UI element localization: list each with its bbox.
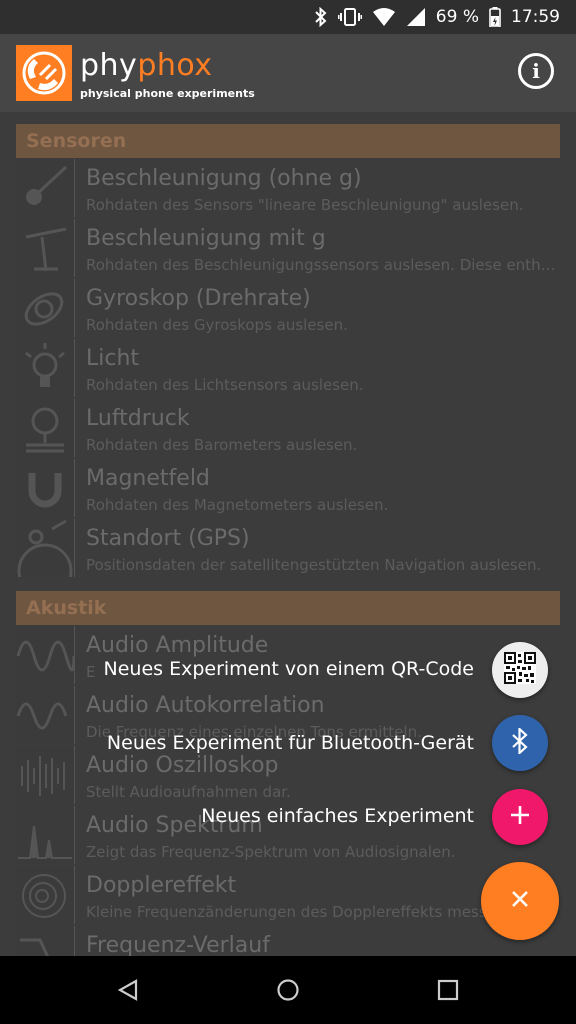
qr-experiment-button[interactable] [492,642,548,698]
phyphox-logo-icon [16,45,72,101]
recents-square-icon [436,979,460,1006]
item-title: Luftdruck [86,406,190,431]
gps-globe-icon [16,519,75,577]
item-title: Beschleunigung mit g [86,226,326,251]
item-desc: Rohdaten des Gyroskops auslesen. [86,316,348,334]
app-subtitle: physical phone experiments [80,87,255,100]
info-icon: i [532,59,540,83]
light-bulb-icon [16,339,75,397]
main-fab-button[interactable] [481,862,559,940]
signal-icon [406,7,426,27]
category-header-akustik: Akustik [16,591,560,625]
item-desc: Rohdaten des Lichtsensors auslesen. [86,376,364,394]
list-item[interactable]: Licht Rohdaten des Lichtsensors auslesen… [16,339,560,399]
bluetooth-experiment-label[interactable]: Neues Experiment für Bluetooth-Gerät [107,732,474,754]
recents-button[interactable] [436,978,460,1006]
item-title: Audio Oszilloskop [86,753,279,778]
item-desc: Stellt Audioaufnahmen dar. [86,783,291,801]
status-bar: 69 % 17:59 [0,0,576,34]
item-title: Standort (GPS) [86,526,250,551]
wifi-icon [372,7,396,27]
item-desc: Rohdaten des Sensors "lineare Beschleuni… [86,196,524,214]
frequency-history-icon [16,926,75,956]
list-item[interactable]: Gyroskop (Drehrate) Rohdaten des Gyrosko… [16,279,560,339]
home-circle-icon [276,979,300,1006]
list-item[interactable]: Standort (GPS) Positionsdaten der satell… [16,519,560,579]
category-header-sensoren: Sensoren [16,124,560,158]
plus-icon [509,804,531,830]
back-button[interactable] [116,978,140,1006]
item-title: Magnetfeld [86,466,210,491]
vibrate-icon [337,7,362,27]
doppler-icon [16,866,75,924]
qr-experiment-label[interactable]: Neues Experiment von einem QR-Code [104,658,474,680]
item-desc: Rohdaten des Barometers auslesen. [86,436,358,454]
magnet-icon [16,459,75,517]
list-item[interactable]: Luftdruck Rohdaten des Barometers ausles… [16,399,560,459]
simple-experiment-button[interactable] [492,789,548,845]
list-item[interactable]: Magnetfeld Rohdaten des Magnetometers au… [16,459,560,519]
item-desc: Rohdaten des Magnetometers auslesen. [86,496,389,514]
acceleration-icon [16,159,75,217]
navigation-bar [0,956,576,1024]
bluetooth-status-icon [314,7,328,27]
item-desc: Rohdaten des Beschleunigungssensors ausl… [86,256,556,274]
simple-experiment-label[interactable]: Neues einfaches Experiment [201,805,474,827]
app-name: phyphox [80,48,213,83]
back-triangle-icon [116,979,140,1006]
list-item[interactable]: Beschleunigung (ohne g) Rohdaten des Sen… [16,159,560,219]
item-title: Beschleunigung (ohne g) [86,166,362,191]
list-item[interactable]: Frequenz-Verlauf [16,926,560,956]
battery-percent: 69 % [435,7,479,27]
bluetooth-icon [511,726,529,758]
list-item[interactable]: Beschleunigung mit g Rohdaten des Beschl… [16,219,560,279]
qr-code-icon [504,652,536,688]
battery-icon [489,7,501,27]
item-title: Audio Autokorrelation [86,693,325,718]
item-desc: Zeigt das Frequenz-Spektrum von Audiosig… [86,843,456,861]
list-item[interactable]: Audio Oszilloskop Stellt Audioaufnahmen … [16,746,560,806]
app-bar: phyphox physical phone experiments i [0,34,576,112]
item-desc: Positionsdaten der satellitengestützten … [86,556,542,574]
audio-spectrum-icon [16,806,75,864]
audio-oscilloscope-icon [16,746,75,804]
item-title: Dopplereffekt [86,873,237,898]
item-title: Gyroskop (Drehrate) [86,286,311,311]
barometer-icon [16,399,75,457]
audio-amplitude-icon [16,626,75,684]
item-title: Frequenz-Verlauf [86,933,270,956]
item-title: Audio Amplitude [86,633,269,658]
info-button[interactable]: i [518,53,554,89]
home-button[interactable] [276,978,300,1006]
bluetooth-experiment-button[interactable] [492,715,548,771]
audio-autocorrelation-icon [16,686,75,744]
experiment-list: Sensoren Beschleunigung (ohne g) Rohdate… [0,112,576,956]
acceleration-g-icon [16,219,75,277]
close-icon [511,890,529,912]
item-title: Licht [86,346,140,371]
list-item[interactable]: Dopplereffekt Kleine Frequenzänderungen … [16,866,560,926]
gyroscope-icon [16,279,75,337]
clock: 17:59 [511,7,560,27]
